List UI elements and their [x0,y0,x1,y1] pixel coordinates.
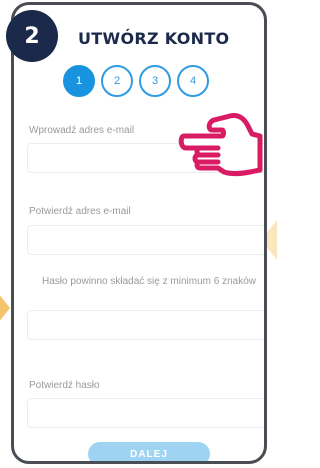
step-3[interactable]: 3 [139,65,171,97]
pointing-hand-icon [178,113,263,176]
password-hint: Hasło powinno składać się z minimum 6 zn… [42,276,256,287]
page-title: UTWÓRZ KONTO [78,29,230,48]
step-4[interactable]: 4 [177,65,209,97]
step-indicator: 1 2 3 4 [63,65,209,97]
step-1[interactable]: 1 [63,65,95,97]
confirm-email-label: Potwierdź adres e-mail [29,206,131,217]
phone-frame: UTWÓRZ KONTO 1 2 3 4 Wprowadź adres e-ma… [11,2,267,464]
confirm-password-field[interactable] [27,398,264,428]
next-button[interactable]: DALEJ [88,442,210,461]
password-field[interactable] [27,310,264,340]
step-badge: 2 [6,10,58,62]
left-arrow-tab [0,288,10,328]
confirm-password-label: Potwierdź hasło [29,380,100,391]
email-label: Wprowadź adres e-mail [29,125,135,136]
confirm-email-field[interactable] [27,225,264,255]
step-2[interactable]: 2 [101,65,133,97]
